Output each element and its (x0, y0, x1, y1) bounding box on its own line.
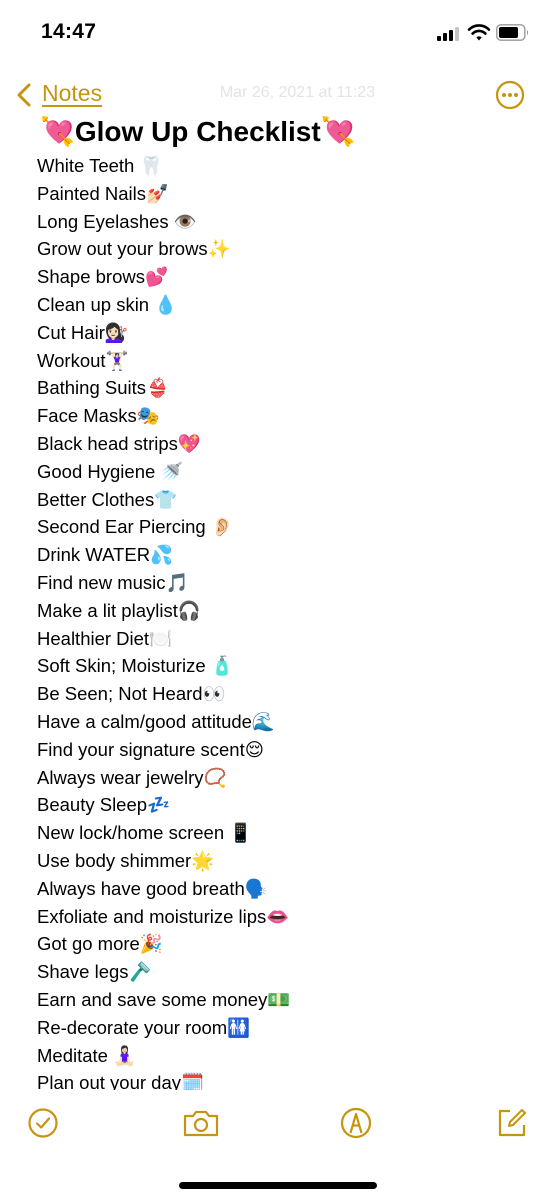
list-item[interactable]: Shape brows💕 (37, 263, 290, 291)
home-indicator (179, 1182, 377, 1189)
list-item[interactable]: Use body shimmer🌟 (37, 847, 290, 875)
checklist: White Teeth 🦷 Painted Nails💅🏻 Long Eyelash… (37, 152, 290, 1090)
list-item[interactable]: Meditate 🧘🏻‍♀️ (37, 1042, 290, 1070)
camera-icon[interactable] (182, 1106, 220, 1140)
battery-icon (496, 24, 529, 41)
list-item[interactable]: Face Masks🎭 (37, 402, 290, 430)
list-item[interactable]: Bathing Suits👙 (37, 374, 290, 402)
list-item[interactable]: Grow out your brows✨ (37, 235, 290, 263)
list-item[interactable]: Always wear jewelry📿 (37, 764, 290, 792)
cellular-signal-icon (437, 27, 463, 41)
checklist-icon[interactable] (26, 1106, 60, 1140)
list-item[interactable]: Make a lit playlist🎧 (37, 597, 290, 625)
list-item[interactable]: New lock/home screen 📱 (37, 819, 290, 847)
status-time: 14:47 (41, 20, 97, 43)
list-item[interactable]: Shave legs🪒 (37, 958, 290, 986)
markup-pen-icon[interactable] (339, 1106, 373, 1140)
more-options-icon[interactable] (495, 80, 525, 110)
list-item[interactable]: Second Ear Piercing 👂🏻 (37, 513, 290, 541)
list-item[interactable]: Soft Skin; Moisturize 🧴 (37, 652, 290, 680)
note-title[interactable]: 💘Glow Up Checklist💘 (40, 114, 356, 150)
bottom-toolbar (0, 1098, 555, 1158)
list-item[interactable]: Find your signature scent😌 (37, 736, 290, 764)
list-item[interactable]: Earn and save some money💵 (37, 986, 290, 1014)
compose-icon[interactable] (495, 1106, 529, 1140)
list-item[interactable]: Plan out your day🗓️ (37, 1069, 290, 1090)
status-bar: 14:47 (0, 0, 555, 70)
list-item[interactable]: Long Eyelashes 👁️ (37, 208, 290, 236)
list-item[interactable]: White Teeth 🦷 (37, 152, 290, 180)
list-item[interactable]: Better Clothes👕 (37, 486, 290, 514)
note-date: Mar 26, 2021 at 11:23 (219, 84, 376, 101)
list-item[interactable]: Beauty Sleep💤 (37, 791, 290, 819)
list-item[interactable]: Exfoliate and moisturize lips👄 (37, 903, 290, 931)
list-item[interactable]: Painted Nails💅🏻 (37, 180, 290, 208)
list-item[interactable]: Cut Hair💇🏻‍♀️ (37, 319, 290, 347)
list-item[interactable]: Be Seen; Not Heard👀 (37, 680, 290, 708)
list-item[interactable]: Black head strips💖 (37, 430, 290, 458)
wifi-icon (467, 24, 491, 41)
list-item[interactable]: Clean up skin 💧 (37, 291, 290, 319)
note-body[interactable]: 💘Glow Up Checklist💘 White Teeth 🦷 Painted… (0, 112, 555, 1090)
list-item[interactable]: Workout🏋🏻‍♀️ (37, 347, 290, 375)
list-item[interactable]: Have a calm/good attitude🌊 (37, 708, 290, 736)
list-item[interactable]: Re-decorate your room🚻 (37, 1014, 290, 1042)
list-item[interactable]: Always have good breath🗣️ (37, 875, 290, 903)
list-item[interactable]: Drink WATER💦 (37, 541, 290, 569)
list-item[interactable]: Got go more🎉 (37, 930, 290, 958)
list-item[interactable]: Find new music🎵 (37, 569, 290, 597)
list-item[interactable]: Healthier Diet🍽️ (37, 625, 290, 653)
list-item[interactable]: Good Hygiene 🚿 (37, 458, 290, 486)
